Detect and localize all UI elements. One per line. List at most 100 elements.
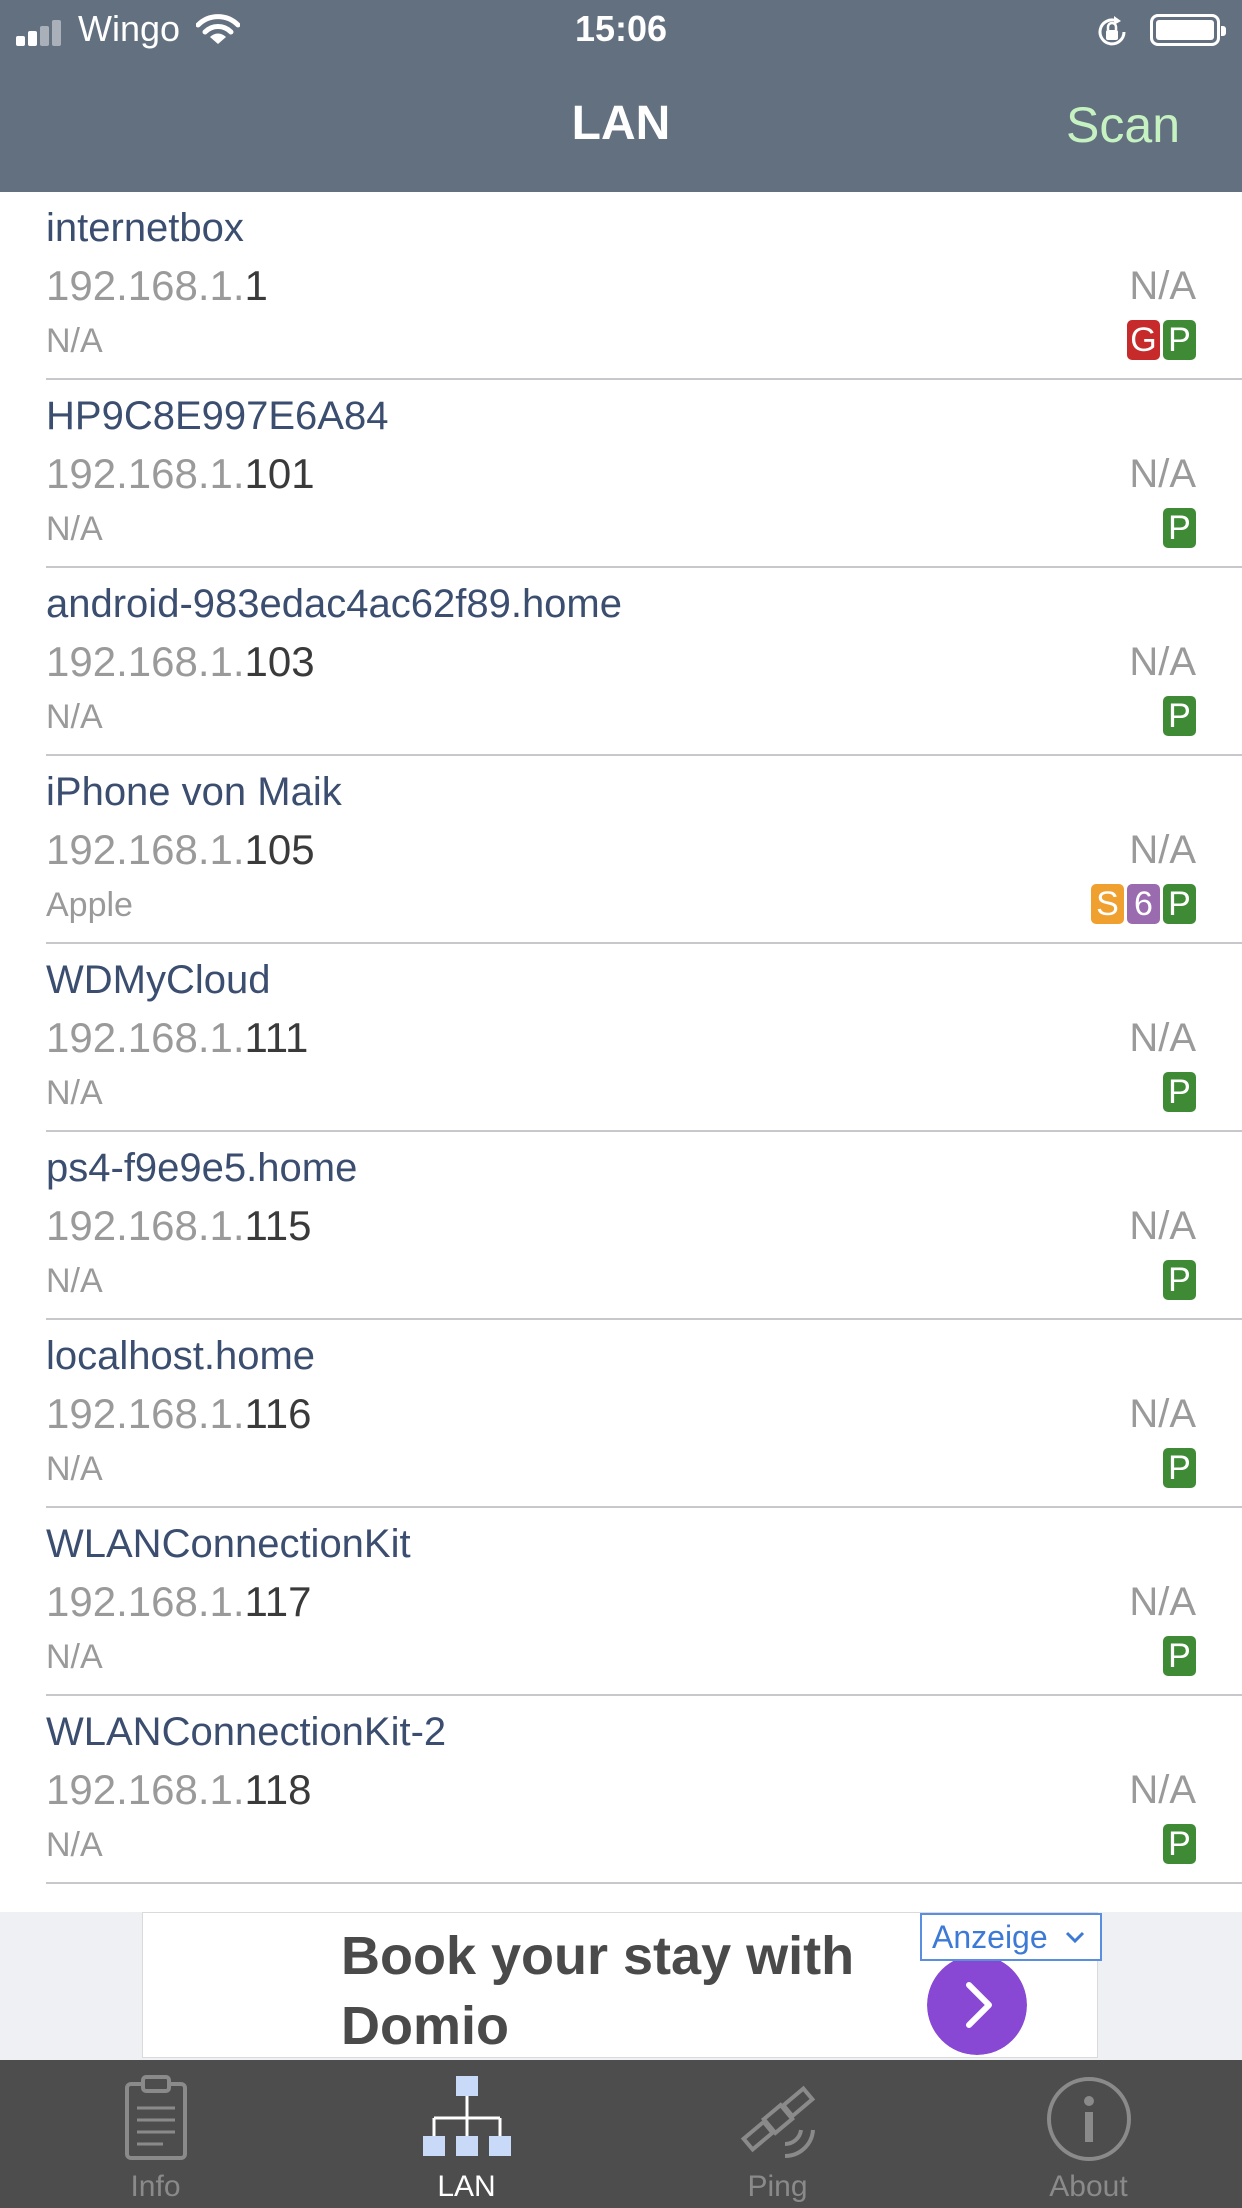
tab-info[interactable]: Info <box>0 2060 311 2208</box>
ip-suffix: 105 <box>244 826 315 873</box>
device-name: localhost.home <box>46 1334 316 1378</box>
page-title: LAN <box>571 97 671 150</box>
device-name: android-983edac4ac62f89.home <box>46 582 622 626</box>
device-row[interactable]: ps4-f9e9e5.home 192.168.1.115 N/A N/A P <box>0 1132 1242 1320</box>
device-mac: N/A <box>1129 1016 1196 1060</box>
service-badge: S <box>1091 884 1124 924</box>
device-mac: N/A <box>1129 264 1196 308</box>
navigation-bar: LAN Scan <box>0 62 1242 192</box>
service-badge: 6 <box>1127 884 1160 924</box>
ip-suffix: 115 <box>244 1202 312 1249</box>
info-circle-icon <box>1046 2077 1131 2161</box>
ip-suffix: 1 <box>244 262 268 309</box>
device-name: ps4-f9e9e5.home <box>46 1146 358 1190</box>
device-ip: 192.168.1.103 <box>46 638 315 686</box>
tab-label: About <box>1049 2170 1128 2203</box>
ip-suffix: 117 <box>244 1578 312 1625</box>
ad-card[interactable]: Book your stay with Domio Anzeige <box>142 1912 1102 2061</box>
device-vendor: N/A <box>46 1826 103 1864</box>
device-name: WLANConnectionKit <box>46 1522 411 1566</box>
scan-button[interactable]: Scan <box>1066 96 1180 154</box>
service-badge: P <box>1163 696 1196 736</box>
ad-text[interactable]: Book your stay with Domio <box>341 1921 901 2061</box>
device-row[interactable]: iPhone von Maik 192.168.1.105 Apple N/A S 6 P <box>0 756 1242 944</box>
ip-prefix: 192.168.1. <box>46 450 245 497</box>
clipboard-icon <box>124 2075 187 2160</box>
device-name: HP9C8E997E6A84 <box>46 394 389 438</box>
tab-lan[interactable]: LAN <box>311 2060 622 2208</box>
ip-prefix: 192.168.1. <box>46 826 245 873</box>
device-mac: N/A <box>1129 1580 1196 1624</box>
service-badge: P <box>1163 1824 1196 1864</box>
tab-label: Info <box>130 2170 181 2203</box>
device-row[interactable]: WDMyCloud 192.168.1.111 N/A N/A P <box>0 944 1242 1132</box>
ip-prefix: 192.168.1. <box>46 1202 245 1249</box>
device-row[interactable]: android-983edac4ac62f89.home 192.168.1.10… <box>0 568 1242 756</box>
device-vendor: N/A <box>46 1450 103 1488</box>
device-ip: 192.168.1.101 <box>46 450 315 498</box>
device-row[interactable]: HP9C8E997E6A84 192.168.1.101 N/A N/A P <box>0 380 1242 568</box>
row-separator <box>46 1882 1242 1884</box>
chevron-down-icon <box>1065 1931 1084 1944</box>
satellite-icon <box>740 2085 815 2159</box>
ad-arrow-button[interactable] <box>927 1955 1027 2055</box>
device-vendor: N/A <box>46 1638 103 1676</box>
orientation-lock-icon <box>1098 16 1126 46</box>
device-mac: N/A <box>1129 1204 1196 1248</box>
device-mac: N/A <box>1129 828 1196 872</box>
tab-label: Ping <box>747 2170 808 2203</box>
ip-suffix: 103 <box>244 638 315 685</box>
tab-ping[interactable]: Ping <box>622 2060 933 2208</box>
device-vendor: N/A <box>46 322 103 360</box>
device-name: WDMyCloud <box>46 958 271 1002</box>
device-ip: 192.168.1.118 <box>46 1766 311 1814</box>
device-row[interactable]: localhost.home 192.168.1.116 N/A N/A P <box>0 1320 1242 1508</box>
service-badges: S6P <box>1091 884 1196 924</box>
ip-prefix: 192.168.1. <box>46 1766 245 1813</box>
device-name: internetbox <box>46 206 244 250</box>
ip-prefix: 192.168.1. <box>46 262 245 309</box>
device-row[interactable]: internetbox 192.168.1.1 N/A N/A G P <box>0 192 1242 380</box>
device-vendor: N/A <box>46 1074 103 1112</box>
service-badge: P <box>1163 508 1196 548</box>
device-vendor: N/A <box>46 510 103 548</box>
ip-prefix: 192.168.1. <box>46 1578 245 1625</box>
service-badges: P <box>1163 508 1196 548</box>
service-badges: P <box>1163 1448 1196 1488</box>
service-badges: GP <box>1127 320 1196 360</box>
clock: 15:06 <box>574 8 668 49</box>
device-row[interactable]: WLANConnectionKit-2 192.168.1.118 N/A N/A P <box>0 1696 1242 1884</box>
service-badge: P <box>1163 1072 1196 1112</box>
service-badges: P <box>1163 1824 1196 1864</box>
service-badges: P <box>1163 1636 1196 1676</box>
tab-bar: Info LAN Ping About <box>0 2060 1242 2208</box>
device-mac: N/A <box>1129 452 1196 496</box>
device-mac: N/A <box>1129 640 1196 684</box>
device-mac: N/A <box>1129 1768 1196 1812</box>
service-badge: P <box>1163 1636 1196 1676</box>
device-ip: 192.168.1.105 <box>46 826 315 874</box>
tab-about[interactable]: About <box>933 2060 1242 2208</box>
device-row[interactable]: WLANConnectionKit 192.168.1.117 N/A N/A P <box>0 1508 1242 1696</box>
ad-banner[interactable]: Book your stay with Domio Anzeige <box>0 1912 1242 2060</box>
ip-prefix: 192.168.1. <box>46 1390 245 1437</box>
service-badge: P <box>1163 1448 1196 1488</box>
service-badge: P <box>1163 884 1196 924</box>
ip-suffix: 111 <box>244 1014 309 1061</box>
service-badge: G <box>1127 320 1160 360</box>
tab-label: LAN <box>437 2170 496 2203</box>
device-ip: 192.168.1.111 <box>46 1014 308 1062</box>
ip-suffix: 118 <box>244 1766 312 1813</box>
device-ip: 192.168.1.116 <box>46 1390 311 1438</box>
device-vendor: N/A <box>46 1262 103 1300</box>
service-badges: P <box>1163 1072 1196 1112</box>
ip-suffix: 101 <box>244 450 315 497</box>
device-vendor: N/A <box>46 698 103 736</box>
device-ip: 192.168.1.1 <box>46 262 268 310</box>
network-icon <box>422 2076 511 2156</box>
ip-suffix: 116 <box>244 1390 312 1437</box>
ad-label: Anzeige <box>932 1919 1048 1955</box>
status-bar: Wingo 15:06 <box>0 0 1242 62</box>
ad-label-dropdown[interactable]: Anzeige <box>920 1913 1102 1961</box>
service-badge: P <box>1163 1260 1196 1300</box>
